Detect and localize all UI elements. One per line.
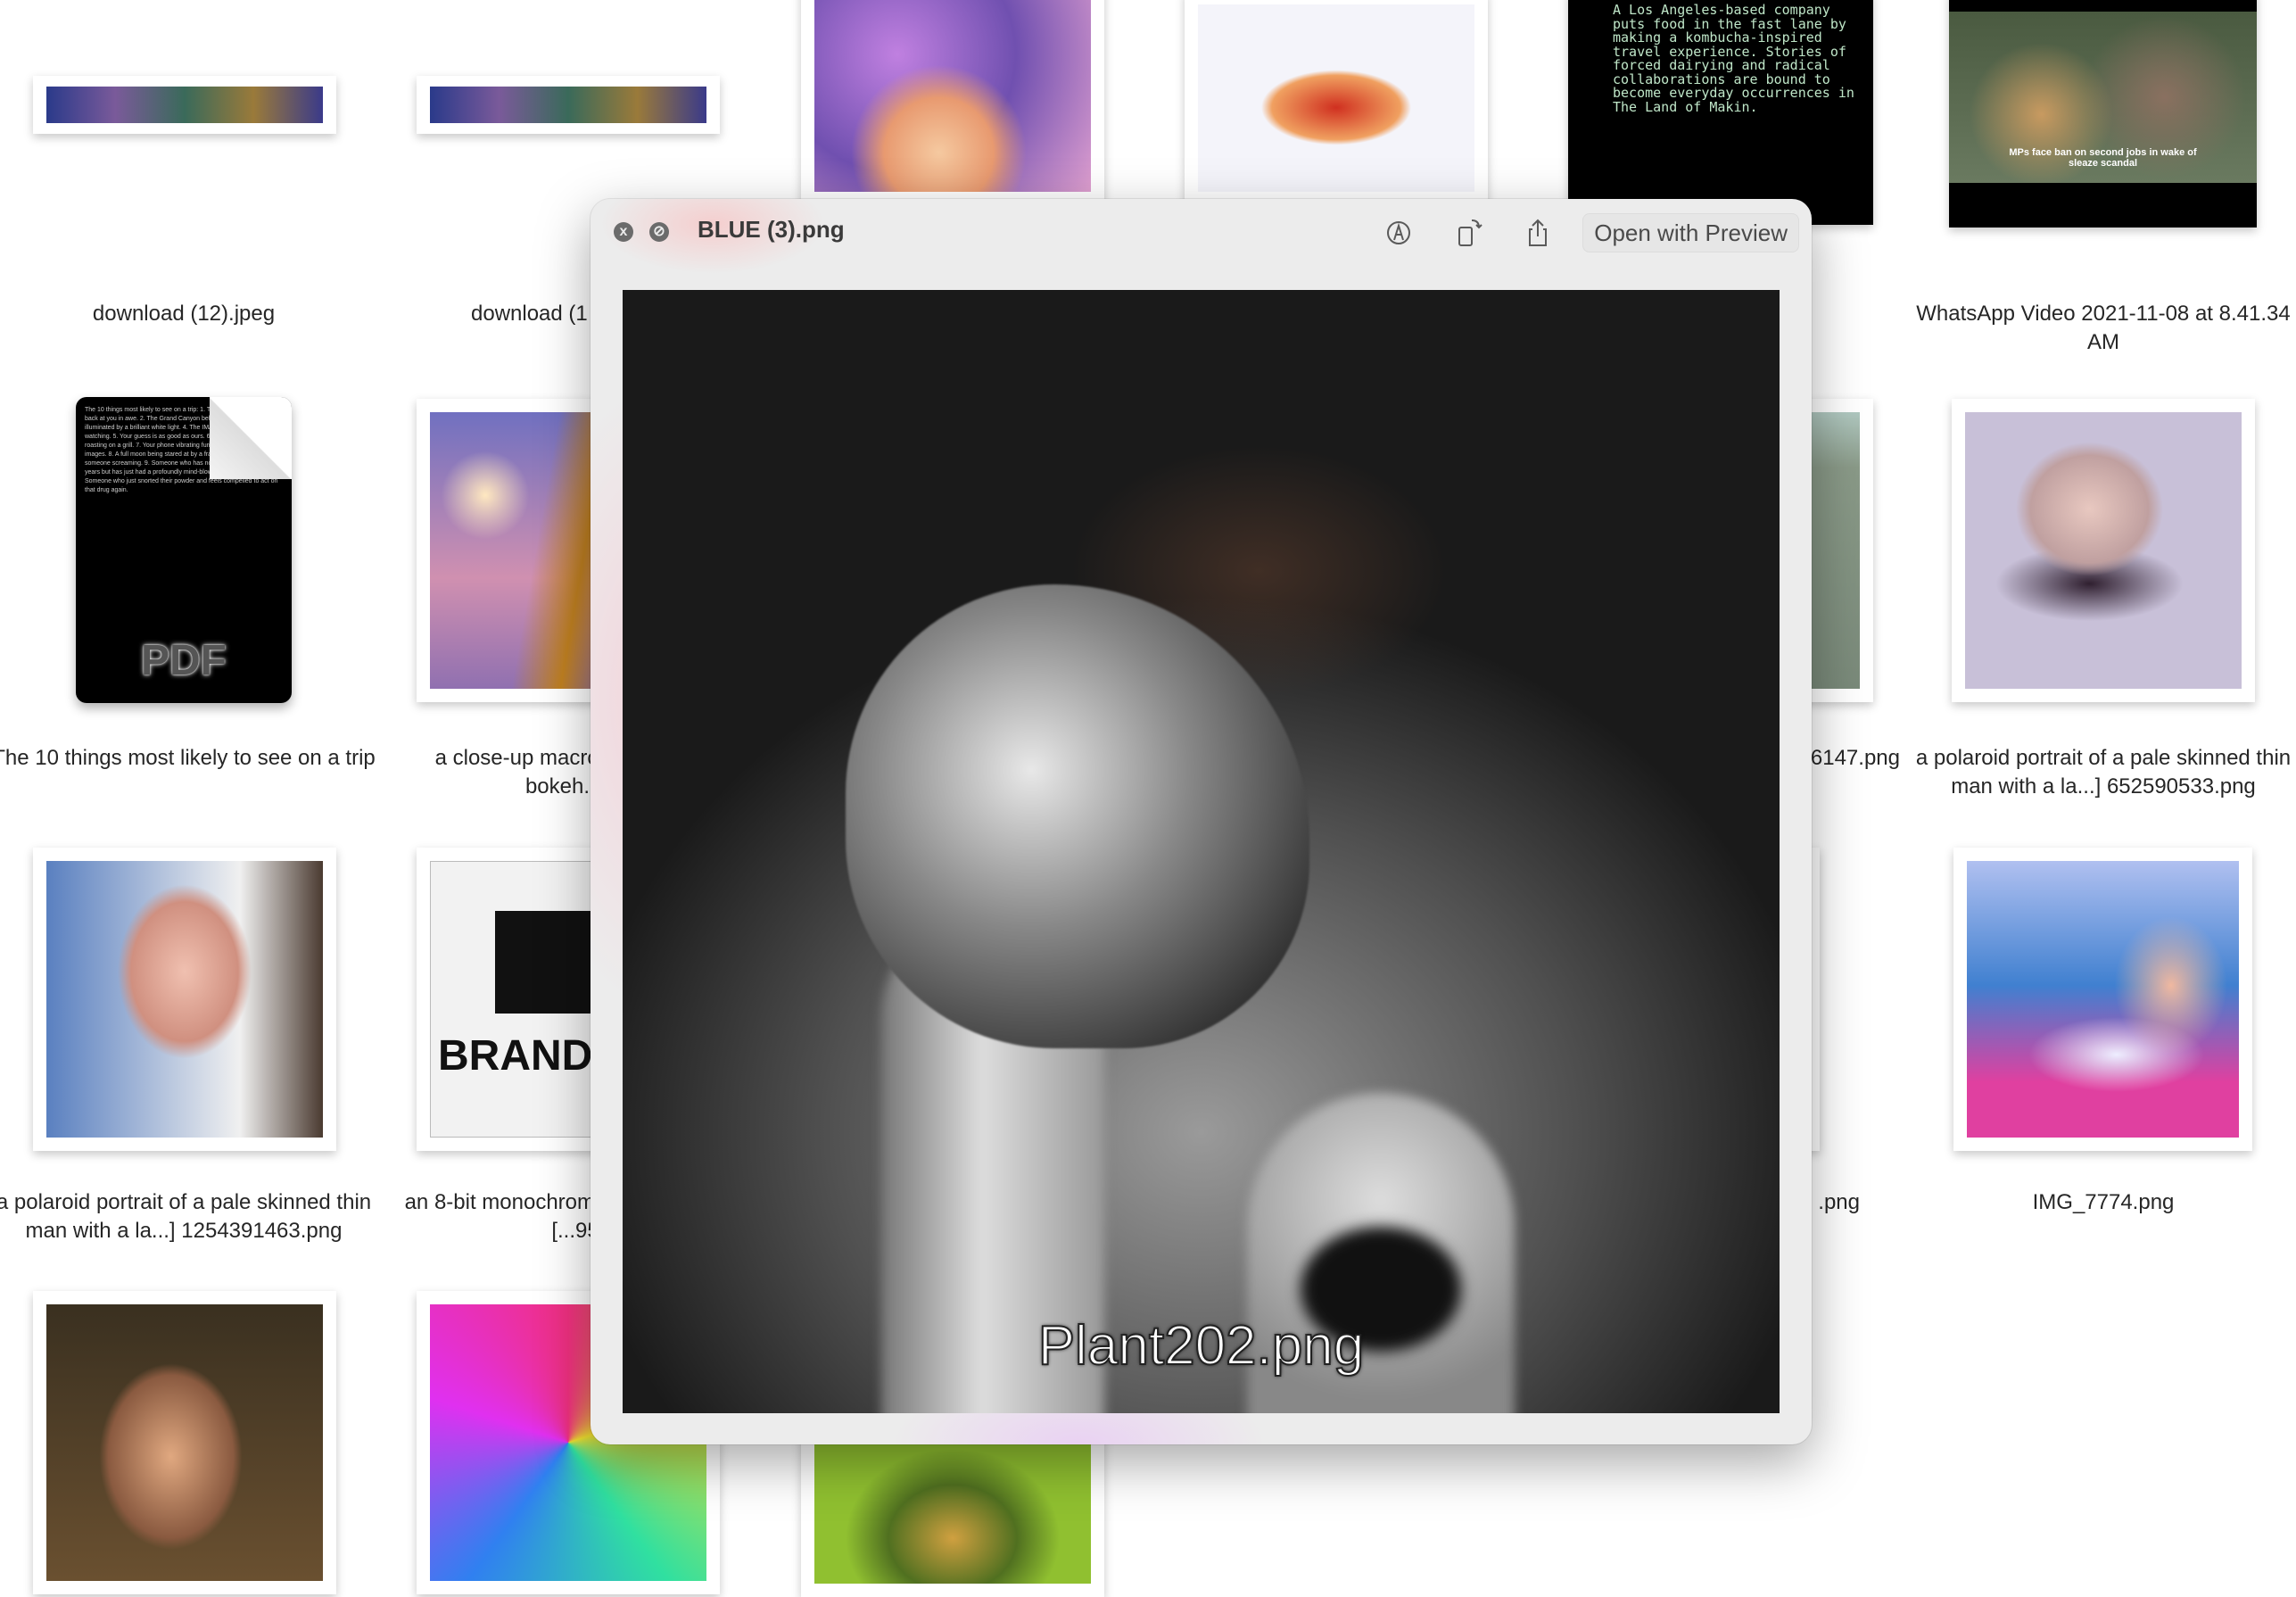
thumbnail-download-1[interactable] [417,76,720,134]
file-label[interactable]: a polaroid portrait of a pale skinned th… [1912,744,2295,801]
markup-icon[interactable] [1383,217,1415,249]
image-preview: Plant202.png [623,290,1780,1413]
open-with-preview-button[interactable]: Open with Preview [1582,213,1799,252]
thumbnail-polaroid-1254391463[interactable] [33,848,336,1151]
pdf-thumbnail[interactable]: The 10 things most likely to see on a tr… [76,397,292,703]
rotate-icon[interactable] [1452,217,1484,249]
thumbnail-hotdog[interactable] [1185,0,1488,205]
thumbnail-fungus[interactable] [801,0,1104,205]
video-caption: MPs face ban on second jobs in wake of s… [2009,147,2197,169]
image-caption: Plant202.png [1037,1314,1365,1378]
thumbnail-download-12[interactable] [33,76,336,134]
thumbnail-text-image[interactable]: A Los Angeles-based company puts food in… [1568,0,1873,225]
quick-look-window: x ⊘ BLUE (3).png Open with Preview Plant… [591,199,1812,1444]
file-label[interactable]: WhatsApp Video 2021-11-08 at 8.41.34 AM [1912,300,2295,357]
pdf-badge: PDF [141,637,227,684]
thumbnail-polaroid-652590533[interactable] [1952,399,2255,702]
brand-text: BRAND- [438,1032,607,1080]
crystal-cap [846,584,1309,1048]
file-label[interactable]: download (12).jpeg [0,300,376,328]
share-icon[interactable] [1522,217,1554,249]
thumbnail-portrait-man[interactable] [33,1291,336,1594]
close-icon[interactable]: x [614,222,633,242]
thumbnail-whatsapp-video[interactable]: MPs face ban on second jobs in wake of s… [1949,0,2257,228]
page-fold [210,397,292,479]
window-title: BLUE (3).png [698,216,845,243]
thumbnail-text: A Los Angeles-based company puts food in… [1613,2,1854,115]
fullscreen-icon[interactable]: ⊘ [649,222,669,242]
file-label[interactable]: a polaroid portrait of a pale skinned th… [0,1188,376,1245]
thumbnail-img-7774[interactable] [1953,848,2252,1151]
file-label[interactable]: IMG_7774.png [1912,1188,2295,1217]
quick-look-toolbar: x ⊘ BLUE (3).png Open with Preview [591,199,1812,288]
file-label[interactable]: The 10 things most likely to see on a tr… [0,744,376,773]
thumbnail-plant[interactable] [801,1419,1104,1597]
